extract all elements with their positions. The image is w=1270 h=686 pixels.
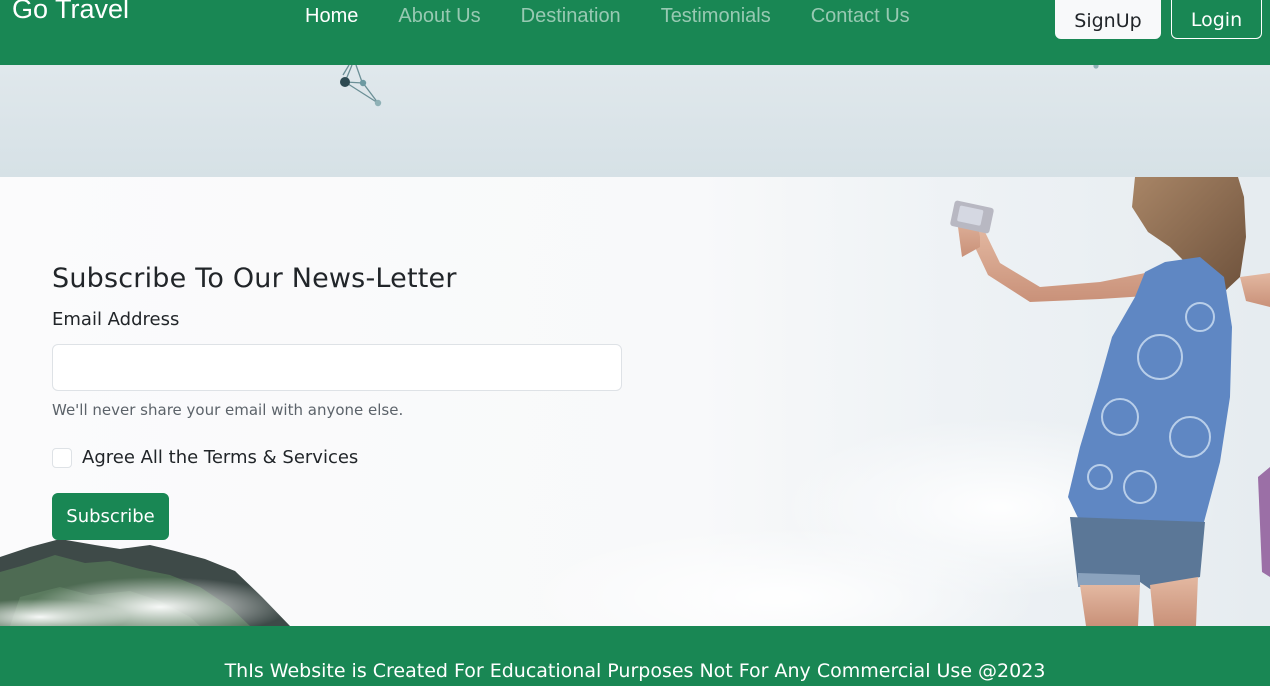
footer-text: ThIs Website is Created For Educational … <box>224 660 1046 682</box>
footer: ThIs Website is Created For Educational … <box>0 626 1270 686</box>
nav-link-testimonials[interactable]: Testimonials <box>661 4 771 28</box>
nav-link-destination[interactable]: Destination <box>521 4 621 28</box>
agree-terms-label[interactable]: Agree All the Terms & Services <box>82 446 358 470</box>
agree-terms-checkbox[interactable] <box>52 448 72 468</box>
nav-link-home[interactable]: Home <box>305 4 358 28</box>
signup-button[interactable]: SignUp <box>1055 0 1161 39</box>
hero-banner-strip <box>0 65 1270 177</box>
newsletter-form: Subscribe To Our News-Letter Email Addre… <box>52 261 622 540</box>
brand-logo[interactable]: Go Travel <box>12 0 129 25</box>
nav-link-about-us[interactable]: About Us <box>398 4 480 28</box>
email-label: Email Address <box>52 309 180 330</box>
top-navbar: Go Travel Home About Us Destination Test… <box>0 0 1270 65</box>
subscribe-button[interactable]: Subscribe <box>52 493 169 540</box>
email-input[interactable] <box>52 344 622 391</box>
agree-terms-row: Agree All the Terms & Services <box>52 446 622 470</box>
newsletter-section: Subscribe To Our News-Letter Email Addre… <box>0 177 1270 626</box>
nav-links: Home About Us Destination Testimonials C… <box>305 4 910 28</box>
email-help-text: We'll never share your email with anyone… <box>52 401 404 419</box>
nav-link-contact-us[interactable]: Contact Us <box>811 4 910 28</box>
newsletter-title: Subscribe To Our News-Letter <box>52 263 457 294</box>
login-button[interactable]: Login <box>1171 0 1262 39</box>
hanging-ornament-icon <box>340 65 1099 107</box>
